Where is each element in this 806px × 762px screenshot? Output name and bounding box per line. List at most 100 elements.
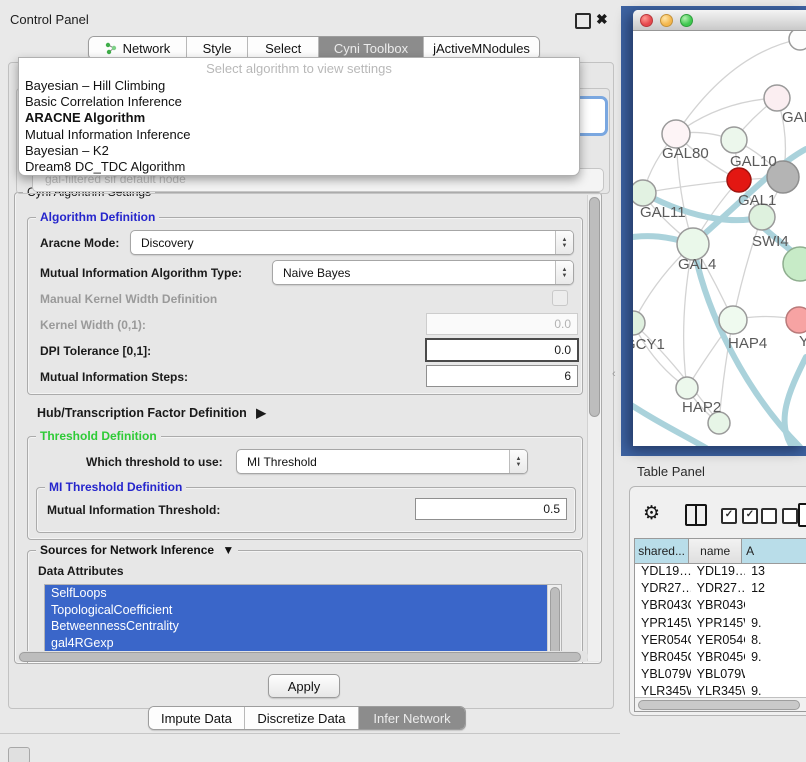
zoom-window-icon[interactable] (680, 14, 693, 27)
attribute-item[interactable]: SelfLoops (45, 585, 548, 602)
network-node-label: Y (799, 333, 806, 350)
algorithm-definition-title: Algorithm Definition (36, 210, 159, 224)
float-panel-button[interactable] (575, 13, 591, 29)
column-layout-icon[interactable] (685, 504, 707, 526)
table-row[interactable]: YDR27…YDR27…12 (635, 581, 806, 598)
table-row[interactable]: YBR045CYBR045C9. (635, 650, 806, 667)
settings-vscroll-thumb[interactable] (589, 197, 600, 417)
table-cell: YDR27… (635, 581, 691, 598)
attribute-item[interactable]: BetweennessCentrality (45, 618, 548, 635)
kernel-width-field[interactable]: 0.0 (426, 313, 578, 335)
stepper-icon[interactable]: ▲ ▼ (555, 231, 573, 254)
table-row[interactable]: YBR043CYBR043C (635, 598, 806, 615)
table-row[interactable]: YPR145WYPR145W9. (635, 616, 806, 633)
mi-threshold-field[interactable]: 0.5 (415, 498, 567, 520)
attribute-item[interactable]: TopologicalCoefficient (45, 602, 548, 619)
document-icon[interactable] (798, 503, 806, 527)
table-row[interactable]: YDL19…YDL19…13 (635, 564, 806, 581)
mi-steps-field[interactable]: 6 (426, 365, 578, 387)
column-header-shared-name[interactable]: shared... (635, 539, 689, 563)
bottom-tabbar: Impute Data Discretize Data Infer Networ… (148, 706, 466, 730)
table-hscroll-thumb[interactable] (638, 700, 800, 710)
which-threshold-value: MI Threshold (237, 455, 509, 469)
network-edge-thick[interactable] (785, 357, 806, 446)
network-node[interactable] (764, 85, 790, 111)
table-cell: YBL079W (635, 667, 691, 684)
manual-kernel-label: Manual Kernel Width Definition (40, 292, 217, 306)
sources-group-title[interactable]: Sources for Network Inference ▼ (36, 543, 238, 557)
network-node[interactable] (719, 306, 747, 334)
checked-box-icon: ✓ (742, 508, 758, 524)
network-node[interactable] (662, 120, 690, 148)
collapse-down-icon: ▼ (222, 543, 234, 557)
algorithm-option[interactable]: Mutual Information Inference (19, 127, 579, 143)
table-horizontal-scrollbar[interactable] (635, 697, 806, 711)
deselect-all-checks-icon[interactable] (761, 508, 798, 524)
which-threshold-combo[interactable]: MI Threshold ▲ ▼ (236, 449, 528, 474)
tab-label: Select (265, 41, 301, 56)
sources-title-text: Sources for Network Inference (40, 543, 214, 557)
network-node[interactable] (783, 247, 806, 281)
manual-kernel-checkbox[interactable] (552, 290, 568, 306)
expand-right-icon: ▶ (256, 406, 266, 420)
cyni-algorithm-settings-group: Cyni Algorithm Settings Algorithm Defini… (14, 192, 602, 664)
mi-type-combo[interactable]: Naive Bayes ▲ ▼ (272, 260, 574, 285)
minimize-window-icon[interactable] (660, 14, 673, 27)
algorithm-option[interactable]: Dream8 DC_TDC Algorithm (19, 159, 579, 175)
network-node[interactable] (676, 377, 698, 399)
tab-network[interactable]: Network (89, 37, 187, 59)
stepper-icon[interactable]: ▲ ▼ (555, 261, 573, 284)
settings-hscroll-thumb[interactable] (19, 652, 581, 662)
attributes-scroll-thumb[interactable] (550, 587, 560, 657)
threshold-definition-group: Threshold Definition Which threshold to … (27, 436, 583, 540)
stepper-icon[interactable]: ▲ ▼ (509, 450, 527, 473)
algorithm-option[interactable]: ARACNE Algorithm (19, 110, 579, 126)
network-window-titlebar[interactable] (633, 10, 806, 31)
network-node[interactable] (789, 31, 806, 50)
algorithm-option[interactable]: Bayesian – K2 (19, 143, 579, 159)
network-edge[interactable] (643, 180, 739, 193)
minimized-panel-button[interactable] (8, 747, 30, 762)
attributes-scrollbar[interactable] (547, 585, 561, 659)
attribute-item[interactable]: gal4RGexp (45, 635, 548, 652)
close-window-icon[interactable] (640, 14, 653, 27)
aracne-mode-combo[interactable]: Discovery ▲ ▼ (130, 230, 574, 255)
tab-label: Cyni Toolbox (334, 41, 408, 56)
tab-infer-network[interactable]: Infer Network (359, 707, 465, 729)
algorithm-option[interactable]: Basic Correlation Inference (19, 94, 579, 110)
algorithm-option[interactable]: Bayesian – Hill Climbing (19, 78, 579, 94)
tab-impute-data[interactable]: Impute Data (149, 707, 245, 729)
select-all-checks-icon[interactable]: ✓ ✓ (721, 508, 758, 524)
tab-style[interactable]: Style (187, 37, 249, 59)
table-row[interactable]: YBL079WYBL079W (635, 667, 806, 684)
table-cell (745, 598, 806, 615)
hub-definition-toggle[interactable]: Hub/Transcription Factor Definition ▶ (37, 405, 266, 420)
network-node[interactable] (727, 168, 751, 192)
tab-jactivemnodules[interactable]: jActiveMNodules (424, 37, 539, 59)
kernel-width-label: Kernel Width (0,1): (40, 318, 146, 332)
network-node[interactable] (633, 311, 645, 335)
splitter-arrow-icon[interactable]: ‹ (612, 368, 616, 380)
apply-label: Apply (288, 679, 321, 694)
network-canvas[interactable]: GALGAL80GAL10GAL1GAL11SWI4GAL4GCY1HAP4YH… (633, 31, 806, 446)
network-node[interactable] (786, 307, 806, 333)
apply-button[interactable]: Apply (268, 674, 340, 698)
column-header-name[interactable]: name (689, 539, 742, 563)
tab-cyni-toolbox[interactable]: Cyni Toolbox (319, 37, 424, 59)
table-cell: YBR045C (691, 650, 745, 667)
table-cell: YER054C (635, 633, 691, 650)
gear-icon[interactable]: ⚙ (643, 502, 660, 524)
network-node[interactable] (721, 127, 747, 153)
table-row[interactable]: YER054CYER054C8. (635, 633, 806, 650)
table-cell: 8. (745, 633, 806, 650)
tab-discretize-data[interactable]: Discretize Data (245, 707, 359, 729)
settings-horizontal-scrollbar[interactable] (18, 651, 588, 662)
settings-vertical-scrollbar[interactable] (587, 195, 600, 661)
dpi-tolerance-field[interactable]: 0.0 (425, 338, 579, 362)
table-cell: YPR145W (635, 616, 691, 633)
table-cell: 12 (745, 581, 806, 598)
network-node[interactable] (633, 180, 656, 206)
tab-select[interactable]: Select (248, 37, 319, 59)
close-panel-icon[interactable]: ✖ (596, 12, 608, 26)
column-header-partial[interactable]: A (742, 539, 806, 563)
